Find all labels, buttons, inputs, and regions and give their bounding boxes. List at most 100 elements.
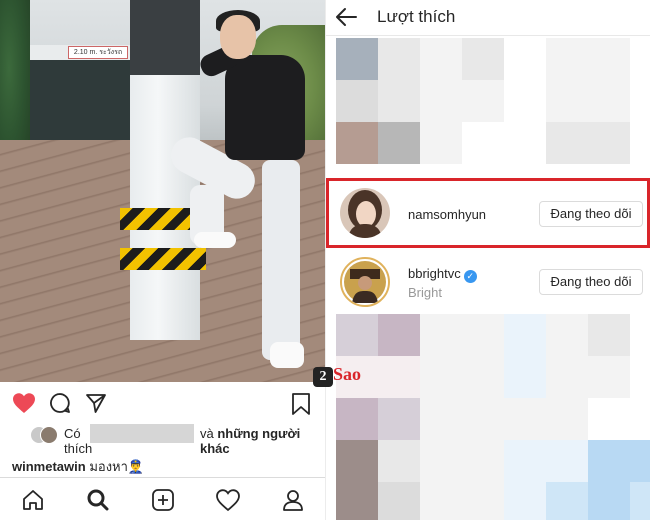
blur-cell <box>462 122 504 164</box>
activity-heart-icon[interactable] <box>216 488 240 512</box>
blur-cell <box>420 356 462 398</box>
blur-cell <box>630 356 650 398</box>
blur-cell <box>588 482 630 520</box>
site-watermark: 2 Sao <box>313 364 361 387</box>
username[interactable]: bbrightvc <box>408 266 461 281</box>
following-button[interactable]: Đang theo dõi <box>539 269 643 295</box>
blur-cell <box>504 398 546 440</box>
bottom-nav <box>0 477 325 520</box>
page-title: Lượt thích <box>377 7 456 26</box>
photo-sign: 2.10 m. ระวังรถ <box>68 46 128 59</box>
blur-cell <box>378 80 420 122</box>
profile-icon[interactable] <box>281 488 305 512</box>
post-actions <box>0 390 325 418</box>
liked-by-line2: thích <box>64 441 93 456</box>
blur-cell <box>588 80 630 122</box>
blur-cell <box>420 440 462 482</box>
blur-cell <box>630 80 650 122</box>
post-photo[interactable]: 2.10 m. ระวังรถ <box>0 0 325 382</box>
watermark-text: Sao <box>333 364 362 384</box>
liked-by-suffix: và những người khác <box>200 426 322 456</box>
blur-cell <box>462 38 504 80</box>
home-icon[interactable] <box>21 488 45 512</box>
highlight-box <box>326 178 650 248</box>
blur-cell <box>546 440 588 482</box>
back-arrow-icon[interactable] <box>334 6 358 33</box>
blur-cell <box>630 482 650 520</box>
blur-cell <box>336 440 378 482</box>
blur-cell <box>504 440 546 482</box>
blur-cell <box>378 440 420 482</box>
photo-person-shoe <box>194 232 236 248</box>
blur-cell <box>630 314 650 356</box>
blur-cell <box>462 440 504 482</box>
add-post-icon[interactable] <box>151 488 175 512</box>
blur-cell <box>378 482 420 520</box>
blur-cell <box>336 38 378 80</box>
blur-cell <box>504 314 546 356</box>
liked-by-prefix: Có <box>64 426 81 441</box>
blur-cell <box>546 80 588 122</box>
full-name: Bright <box>408 285 442 300</box>
blur-cell <box>546 398 588 440</box>
blur-cell <box>336 314 378 356</box>
blur-cell <box>630 38 650 80</box>
blur-cell <box>504 122 546 164</box>
post-caption: winmetawin มองหา👮‍♂️ <box>12 456 144 477</box>
likes-panel: Lượt thích namsomhyun Đang theo dõi bbri… <box>325 0 650 520</box>
blur-cell <box>504 482 546 520</box>
blur-cell <box>546 38 588 80</box>
photo-pillar-top <box>130 0 200 75</box>
blur-cell <box>462 314 504 356</box>
blur-cell <box>420 122 462 164</box>
blur-cell <box>546 122 588 164</box>
share-icon[interactable] <box>85 392 107 419</box>
blur-cell <box>420 482 462 520</box>
blur-cell <box>420 38 462 80</box>
blur-cell <box>588 122 630 164</box>
blur-cell <box>336 80 378 122</box>
blur-cell <box>546 314 588 356</box>
photo-person-torso <box>225 55 305 160</box>
blur-cell <box>336 482 378 520</box>
bookmark-icon[interactable] <box>290 392 312 421</box>
blur-cell <box>588 440 630 482</box>
blurred-username <box>90 424 194 443</box>
blur-cell <box>336 122 378 164</box>
avatar[interactable] <box>340 257 390 307</box>
blur-cell <box>546 482 588 520</box>
blur-cell <box>546 356 588 398</box>
liked-by-summary[interactable]: Có và những người khác thích <box>12 424 322 456</box>
blur-cell <box>588 398 630 440</box>
blur-cell <box>588 314 630 356</box>
heart-filled-icon[interactable] <box>12 392 36 419</box>
photo-hazard-stripe <box>120 248 206 270</box>
caption-text: มองหา👮‍♂️ <box>89 459 145 474</box>
username-wrap: bbrightvc ✓ <box>408 266 477 283</box>
blur-cell <box>420 314 462 356</box>
liked-by-and: và <box>200 426 214 441</box>
list-item[interactable]: bbrightvc ✓ Bright Đang theo dõi <box>326 250 650 314</box>
photo-person-head <box>220 15 256 59</box>
blur-cell <box>504 38 546 80</box>
blur-cell <box>420 398 462 440</box>
watermark-number: 2 <box>313 367 333 387</box>
comment-icon[interactable] <box>49 392 71 419</box>
blur-cell <box>336 398 378 440</box>
liked-by-avatars <box>12 426 60 444</box>
blur-cell <box>462 80 504 122</box>
liked-by-others[interactable]: những người khác <box>200 426 300 456</box>
blur-cell <box>378 356 420 398</box>
likes-header: Lượt thích <box>326 0 650 36</box>
post-panel: 2.10 m. ระวังรถ Có và những người khác t… <box>0 0 325 520</box>
blur-cell <box>378 38 420 80</box>
avatar <box>40 426 58 444</box>
search-icon[interactable] <box>86 488 110 512</box>
caption-username[interactable]: winmetawin <box>12 459 86 474</box>
blur-cell <box>630 122 650 164</box>
blur-cell <box>378 398 420 440</box>
blur-cell <box>420 80 462 122</box>
blur-cell <box>588 356 630 398</box>
verified-badge-icon: ✓ <box>463 270 477 283</box>
blur-cell <box>630 398 650 440</box>
